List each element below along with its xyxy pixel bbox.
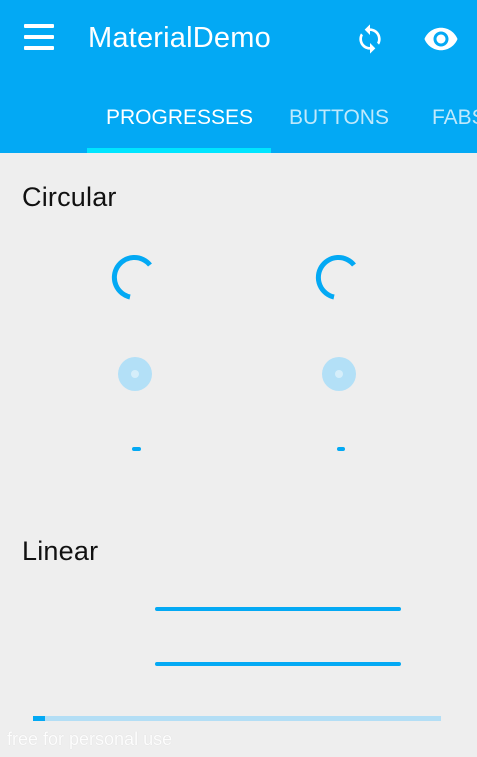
linear-progress-bar — [155, 607, 401, 611]
sync-icon[interactable] — [354, 22, 386, 56]
tab-indicator — [87, 148, 271, 153]
section-title-circular: Circular — [22, 182, 117, 212]
tab-fabs[interactable]: FABS — [432, 106, 477, 130]
circular-progress-small — [337, 447, 345, 451]
app-bar: MaterialDemo PROGRESSES BUTTONS FABS — [0, 0, 477, 153]
circular-progress-dot — [322, 357, 356, 391]
menu-icon[interactable] — [24, 24, 54, 54]
watermark: free for personal use — [7, 729, 173, 749]
circular-progress-small — [132, 447, 141, 451]
circular-progress-dot — [118, 357, 152, 391]
circular-progress-spinner — [111, 254, 152, 300]
app-title: MaterialDemo — [88, 22, 271, 54]
linear-progress-fill — [33, 716, 46, 721]
section-title-linear: Linear — [22, 536, 99, 566]
circular-progress-spinner — [315, 254, 356, 300]
tab-progresses[interactable]: PROGRESSES — [106, 106, 253, 130]
visibility-icon[interactable] — [423, 25, 459, 53]
tab-buttons[interactable]: BUTTONS — [289, 106, 389, 130]
linear-progress-bar — [155, 662, 401, 666]
tab-bar: PROGRESSES BUTTONS FABS — [0, 96, 477, 153]
linear-progress-track — [33, 716, 441, 721]
